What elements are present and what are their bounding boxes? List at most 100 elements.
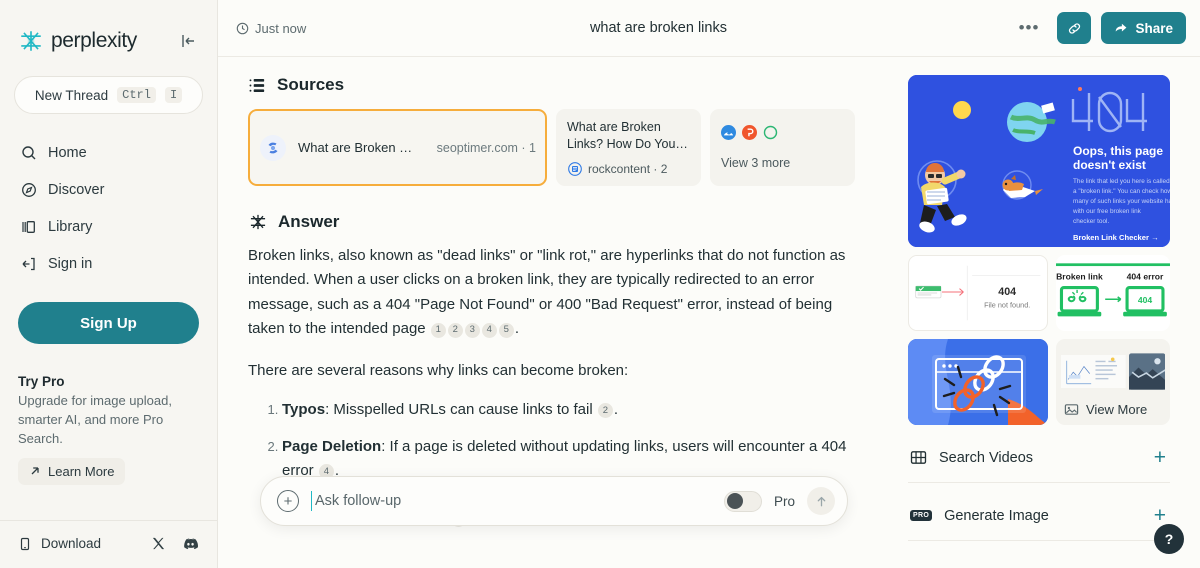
collapse-sidebar-button[interactable] [177,30,201,52]
sidebar-item-label: Library [48,218,93,235]
share-button[interactable]: Share [1101,12,1186,44]
add-image-button[interactable]: + [1154,505,1166,526]
svg-text:with our free broken link: with our free broken link [1072,208,1142,215]
svg-text:doesn't exist: doesn't exist [1073,158,1146,172]
citation-chip[interactable]: 5 [498,322,514,338]
search-videos-row[interactable]: Search Videos + [908,433,1170,483]
svg-text:Broken link: Broken link [1056,272,1103,282]
arrow-up-right-icon [31,467,39,475]
broken-link-diagram: Broken link 404 error 404 [1056,263,1170,323]
sidebar-item-sign-in[interactable]: Sign in [0,245,217,282]
reason-tail: . [613,401,619,419]
compass-icon [20,181,37,198]
broken-chain-illustration [908,339,1048,425]
more-options-button[interactable]: ••• [1011,18,1048,38]
add-videos-button[interactable]: + [1154,447,1166,468]
help-button[interactable]: ? [1154,524,1184,554]
thumbnail-broken-chain[interactable] [908,339,1048,425]
copy-link-button[interactable] [1057,12,1092,44]
semrush-favicon [721,125,736,140]
sidebar: perplexity New Thread Ctrl I Home Discov… [0,0,218,568]
sidebar-item-home[interactable]: Home [0,134,217,171]
add-attachment-icon[interactable]: + [277,490,299,512]
source-title: What are Broken Links? How Do You… [567,120,688,151]
followup-bar: + Pro [260,476,848,526]
sidebar-item-discover[interactable]: Discover [0,171,217,208]
brand-logo[interactable]: perplexity [18,28,137,54]
citation-chip[interactable]: 2 [447,322,463,338]
thumbnail-broken-link-404-diagram[interactable]: Broken link 404 error 404 [1056,255,1170,331]
shortcut-key: I [164,87,183,103]
answer-column: Sources What are Broken Li seoptimer.com… [218,57,900,568]
source-title: What are Broken Links?… [298,140,414,155]
content-body: Sources What are Broken Li seoptimer.com… [218,57,1200,568]
view-more-label: View 3 more [721,156,791,170]
sign-up-button[interactable]: Sign Up [18,302,199,344]
sidebar-item-library[interactable]: Library [0,208,217,245]
preview-diagram-thumb [1061,354,1126,389]
link-icon [1068,22,1081,34]
svg-text:Broken Link Checker →: Broken Link Checker → [1073,233,1159,242]
submit-button[interactable] [807,487,835,515]
reason-term: Typos [282,401,326,419]
view-more-sources-card[interactable]: View 3 more [710,109,855,186]
sidebar-nav: Home Discover Library Sign in [0,134,217,282]
sign-up-label: Sign Up [80,314,137,332]
citation-chip[interactable]: 3 [464,322,480,338]
discord-icon[interactable] [182,535,199,552]
sources-heading: Sources [277,75,345,94]
generate-image-row[interactable]: PRO Generate Image + [908,491,1170,541]
svg-text:checker tool.: checker tool. [1073,218,1109,225]
pro-toggle[interactable] [723,490,762,512]
social-links [151,535,199,552]
answer-heading: Answer [278,212,340,231]
clock-icon [236,22,249,34]
video-grid-icon [910,451,927,464]
thread-timestamp: Just now [236,21,306,36]
download-button[interactable]: Download [18,536,101,551]
source-card-seoptimer[interactable]: What are Broken Links?… seoptimer.com · … [248,109,547,186]
source-card-rockcontent[interactable]: What are Broken Links? How Do You… rockc… [556,109,701,186]
pro-toggle-label: Pro [773,493,795,509]
share-label: Share [1135,20,1173,36]
sidebar-item-label: Discover [48,181,105,198]
reason-term: Page Deletion [282,438,382,456]
images-icon [1064,404,1079,415]
learn-more-button[interactable]: Learn More [18,457,126,485]
preview-photo-thumb [1128,353,1165,390]
citation-chip[interactable]: 2 [597,403,613,419]
x-icon[interactable] [151,536,166,551]
timestamp-label: Just now [255,20,307,36]
library-icon [20,218,37,235]
view-more-images-row: View More [1056,399,1170,425]
svg-text:a "broken link." You can check: a "broken link." You can check how [1073,188,1170,195]
file-not-found-illustration: 404 File not found. [909,256,1047,330]
app-root: perplexity New Thread Ctrl I Home Discov… [0,0,1200,568]
thumbnail-row-2: View More [908,339,1170,425]
thumbnail-404-file-not-found[interactable]: 404 File not found. [908,255,1048,331]
thumb-404-caption: File not found. [984,301,1030,310]
citation-chip[interactable]: 4 [481,322,497,338]
svg-text:Oops, this page: Oops, this page [1073,144,1163,158]
hero-image-404[interactable]: Oops, this page doesn't exist The link t… [908,75,1170,247]
try-pro-title: Try Pro [18,374,65,389]
answer-paragraph-2: There are several reasons why links can … [248,361,629,379]
source-domain: rockcontent · 2 [588,161,668,176]
list-item: Typos: Misspelled URLs can cause links t… [282,398,870,422]
reasons-list: Typos: Misspelled URLs can cause links t… [248,398,870,483]
thumbnail-row-1: 404 File not found. Broken link 404 erro… [908,255,1170,331]
media-column: Oops, this page doesn't exist The link t… [900,57,1200,568]
source-meta: rockcontent · 2 [567,161,690,176]
view-more-images-card[interactable]: View More [1056,339,1170,425]
svg-text:many of such links your websit: many of such links your website has [1073,198,1170,205]
followup-input[interactable] [311,491,712,511]
pro-toggle-knob [726,493,743,509]
mobile-device-icon [20,537,30,550]
followup-bar-wrapper: + Pro [236,476,872,526]
generate-image-left: PRO Generate Image [910,508,1049,524]
citation-chip[interactable]: 1 [430,322,446,338]
new-thread-button[interactable]: New Thread Ctrl I [14,76,203,114]
try-pro-description: Upgrade for image upload, smarter AI, an… [18,393,172,446]
share-arrow-icon [1116,23,1127,32]
generic-favicon [763,125,778,140]
